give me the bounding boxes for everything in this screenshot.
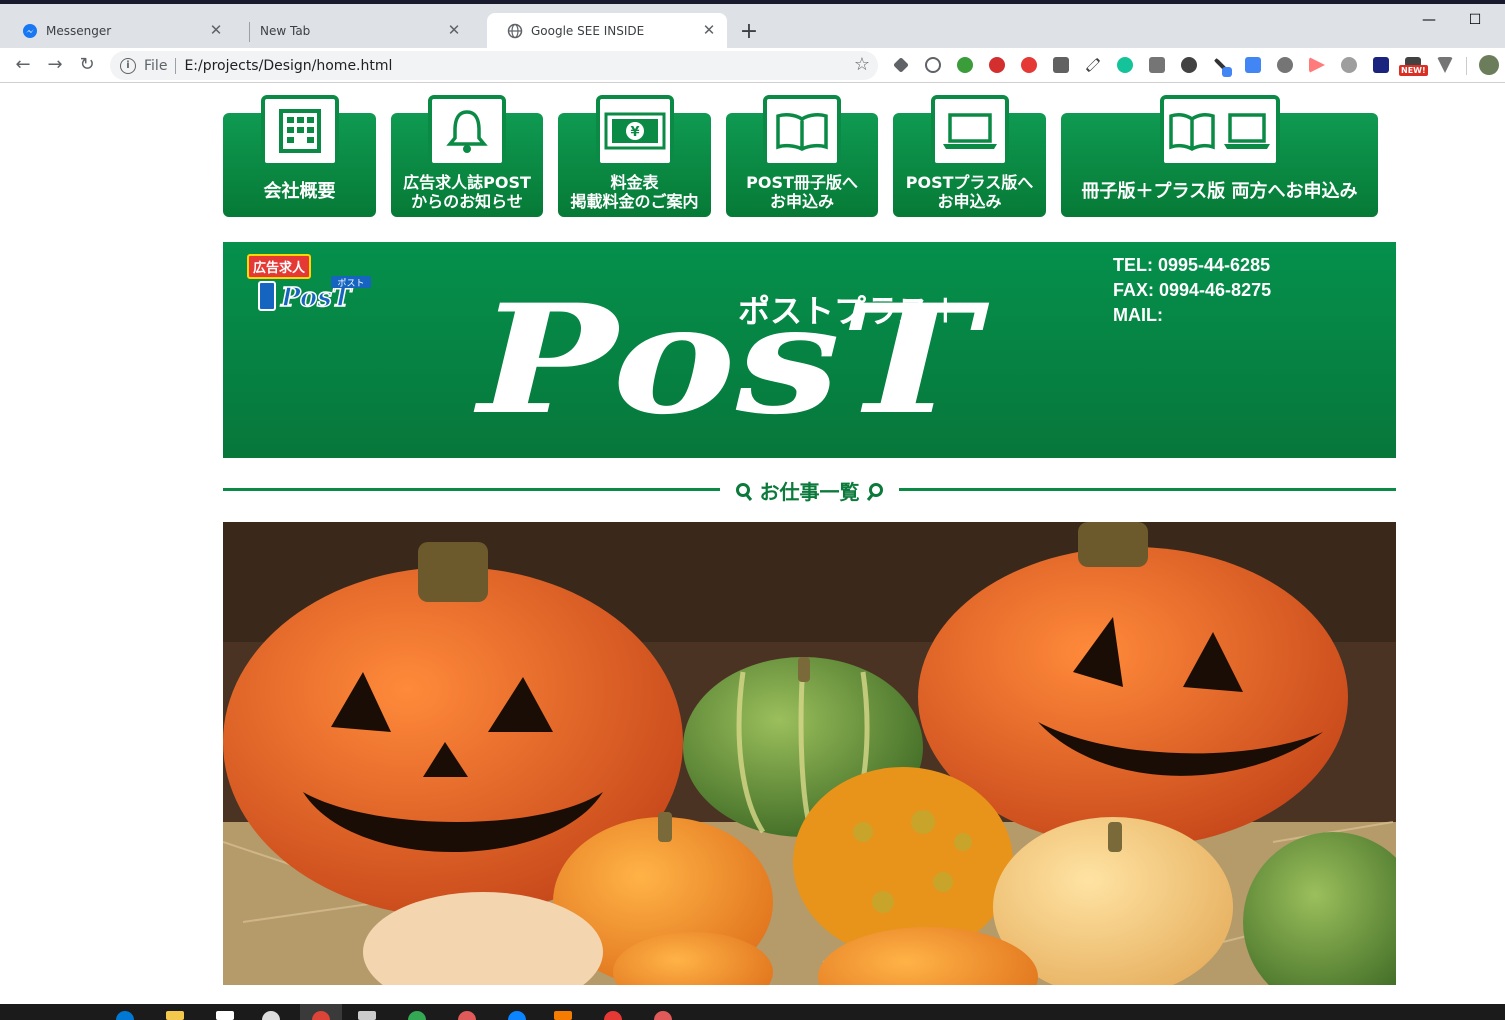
profile-avatar[interactable] [1479, 55, 1499, 75]
adblock-icon[interactable] [989, 57, 1005, 73]
play-icon[interactable] [1309, 57, 1325, 73]
url-scheme: File [144, 57, 168, 74]
tab-google-see-inside[interactable]: Google SEE INSIDE ✕ [487, 13, 727, 48]
nav-label: POST冊子版へ お申込み [746, 173, 858, 211]
close-tab-icon[interactable]: ✕ [446, 22, 462, 38]
grammarly-icon[interactable] [1117, 57, 1133, 73]
svg-text:¥: ¥ [630, 125, 639, 140]
info-icon[interactable]: i [120, 57, 136, 74]
header-banner: 広告求人 PosT ポスト PosT ポストプラス＋ TEL: 0995-44-… [223, 242, 1396, 458]
tab-new-tab[interactable]: New Tab ✕ [240, 13, 472, 48]
download-icon[interactable] [1277, 57, 1293, 73]
gear-extension-icon[interactable] [1181, 57, 1197, 73]
divider-line [223, 488, 720, 491]
page-content: 会社概要 広告求人誌POST からのお知らせ ¥ 料金表 掲載料金のご案内 POST… [0, 84, 1505, 1004]
url-text[interactable]: E:/projects/Design/home.html [184, 58, 392, 74]
chat-icon[interactable] [1053, 57, 1069, 73]
building-icon [260, 95, 339, 167]
store-icon[interactable] [216, 1011, 234, 1020]
url-divider [175, 57, 177, 74]
hero-image-pumpkins [223, 522, 1396, 985]
forward-arrow-icon[interactable]: → [44, 54, 66, 76]
camera-icon[interactable] [1149, 57, 1165, 73]
post-plus-title: ポストプラス＋ [738, 292, 962, 330]
red-app-icon[interactable] [604, 1011, 622, 1020]
bookmark-star-icon[interactable]: ☆ [854, 54, 870, 75]
pen-badge-icon [1222, 67, 1232, 77]
close-tab-icon[interactable]: ✕ [208, 22, 224, 38]
orange-app-icon[interactable] [554, 1011, 572, 1020]
vscode-icon[interactable] [508, 1011, 526, 1020]
book-icon [763, 95, 841, 167]
nav-company-profile[interactable]: 会社概要 [223, 95, 376, 217]
windows-taskbar [0, 1004, 1505, 1020]
mail-text: MAIL: [1113, 305, 1163, 325]
new-tab-button[interactable]: + [738, 19, 760, 44]
pencil-app-icon[interactable] [458, 1011, 476, 1020]
yen-bill-icon: ¥ [595, 95, 674, 167]
messenger-icon [22, 23, 38, 39]
reload-icon[interactable]: ↻ [76, 54, 98, 76]
search-icon [867, 483, 884, 501]
globe-extension-icon[interactable] [957, 57, 973, 73]
extension-icon[interactable] [893, 57, 909, 73]
fax-text: FAX: 0994-46-8275 [1113, 280, 1272, 300]
toolbar-separator [1466, 57, 1467, 75]
green-app-icon[interactable] [408, 1011, 426, 1020]
post-mini-logo[interactable]: PosT ポスト [253, 276, 383, 316]
contact-info: TEL: 0995-44-6285 FAX: 0994-46-8275 MAIL… [1113, 253, 1271, 328]
stop-hand-icon[interactable] [1021, 57, 1037, 73]
tel-text: TEL: 0995-44-6285 [1113, 255, 1271, 275]
nav-label: 会社概要 [263, 181, 336, 202]
book-laptop-icon [1159, 95, 1280, 167]
pencil-app-icon-2[interactable] [654, 1011, 672, 1020]
nav-both-apply[interactable]: 冊子版＋プラス版 両方へお申込み [1061, 95, 1378, 217]
v-extension-icon[interactable] [1437, 57, 1453, 73]
close-tab-icon[interactable]: ✕ [701, 22, 717, 38]
new-badge: NEW! [1399, 65, 1428, 76]
maximize-button[interactable]: ☐ [1452, 12, 1498, 34]
jobs-section-title: お仕事一覧 [723, 476, 896, 505]
mini-logo-kana: ポスト [337, 278, 364, 289]
nav-label: 広告求人誌POST からのお知らせ [403, 173, 531, 211]
edge-icon[interactable] [116, 1011, 134, 1020]
nav-plus-apply[interactable]: POSTプラス版へ お申込み [893, 95, 1046, 217]
laptop-icon [930, 95, 1009, 167]
tab-messenger[interactable]: Messenger ✕ [2, 13, 234, 48]
video-icon[interactable] [1245, 57, 1261, 73]
nav-news[interactable]: 広告求人誌POST からのお知らせ [391, 95, 543, 217]
recycle-icon[interactable] [925, 57, 941, 73]
nav-pricing[interactable]: ¥ 料金表 掲載料金のご案内 [558, 95, 711, 217]
bike-icon[interactable] [1341, 57, 1357, 73]
terminal-icon[interactable] [358, 1011, 376, 1020]
tab-title: New Tab [260, 23, 311, 38]
browser-toolbar: ← → ↻ i File E:/projects/Design/home.htm… [0, 48, 1505, 83]
nav-booklet-apply[interactable]: POST冊子版へ お申込み [726, 95, 878, 217]
tab-title: Messenger [46, 23, 112, 38]
nav-label: 冊子版＋プラス版 両方へお申込み [1081, 181, 1358, 202]
square-extension-icon[interactable] [1373, 57, 1389, 73]
bell-icon [428, 95, 506, 167]
minimize-button[interactable]: — [1406, 12, 1452, 34]
divider-line [899, 488, 1396, 491]
app-icon[interactable] [262, 1011, 280, 1020]
jobs-section-header: お仕事一覧 [223, 476, 1396, 504]
tab-strip: Messenger ✕ New Tab ✕ Google SEE INSIDE … [0, 4, 1505, 48]
folder-icon[interactable] [166, 1011, 184, 1020]
tab-title: Google SEE INSIDE [531, 23, 645, 38]
address-bar[interactable]: i File E:/projects/Design/home.html ☆ [110, 51, 878, 80]
back-arrow-icon[interactable]: ← [12, 54, 34, 76]
search-icon [735, 483, 752, 501]
nav-label: 料金表 掲載料金のご案内 [570, 173, 699, 211]
nav-label: POSTプラス版へ お申込み [905, 173, 1034, 211]
globe-icon [507, 23, 523, 39]
eyedropper-icon[interactable] [1085, 57, 1101, 73]
